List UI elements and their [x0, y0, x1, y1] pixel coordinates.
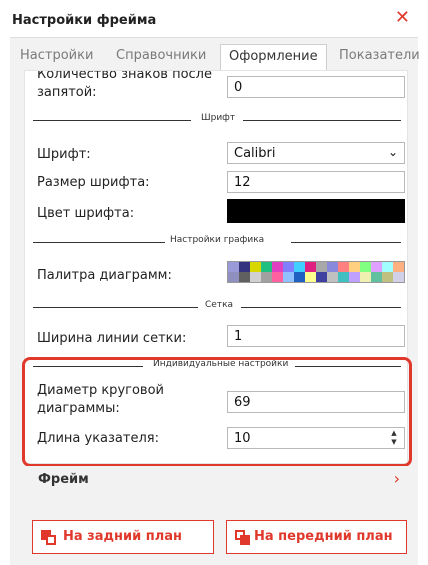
font-select-value: Calibri: [234, 146, 276, 161]
font-size-label: Размер шрифта:: [37, 175, 150, 190]
section-chart-label: Настройки графика: [170, 235, 265, 245]
palette-label: Палитра диаграмм:: [37, 268, 172, 283]
close-icon[interactable]: ✕: [395, 9, 410, 27]
decimals-label-line2: запятой:: [37, 85, 97, 100]
palette-swatch: [393, 272, 404, 282]
palette-swatch: [360, 272, 371, 282]
palette-swatch: [349, 272, 360, 282]
font-size-input[interactable]: 12: [227, 171, 405, 193]
grid-width-input[interactable]: 1: [227, 325, 405, 347]
font-select[interactable]: Calibri ⌄: [227, 142, 405, 164]
palette-swatch: [371, 262, 382, 272]
palette-swatch: [294, 272, 305, 282]
send-to-back-label: На задний план: [63, 529, 182, 544]
section-divider: [33, 120, 191, 121]
tab-bar: Настройки Справочники Оформление Показат…: [10, 44, 420, 72]
frame-section-toggle[interactable]: Фрейм ›: [24, 466, 408, 492]
section-font: Шрифт: [33, 113, 401, 127]
font-color-label: Цвет шрифта:: [37, 206, 135, 221]
palette-swatch: [239, 262, 250, 272]
palette-swatch: [272, 272, 283, 282]
palette-swatch: [283, 262, 294, 272]
palette-swatch: [305, 262, 316, 272]
palette-swatch: [283, 272, 294, 282]
palette-swatch: [228, 262, 239, 272]
highlight-outline: [22, 357, 412, 467]
chart-palette-picker[interactable]: [227, 261, 405, 283]
font-color-swatch[interactable]: [227, 199, 405, 223]
bring-to-front-label: На передний план: [254, 529, 393, 544]
section-chart: Настройки графика: [33, 235, 401, 249]
tab-appearance[interactable]: Оформление: [220, 44, 327, 72]
palette-swatch: [272, 262, 283, 272]
palette-swatch: [261, 262, 272, 272]
decimals-input[interactable]: 0: [227, 76, 405, 98]
palette-swatch: [316, 262, 327, 272]
palette-swatch: [371, 272, 382, 282]
section-divider: [291, 242, 401, 243]
palette-swatch: [349, 262, 360, 272]
decimals-label-line1: Количество знаков после: [37, 70, 212, 82]
palette-swatch: [294, 262, 305, 272]
section-divider: [243, 120, 401, 121]
section-grid-label: Сетка: [205, 300, 234, 310]
frame-section-label: Фрейм: [38, 472, 89, 487]
palette-swatch: [338, 262, 349, 272]
dialog-header: Настройки фрейма ✕: [0, 0, 428, 36]
palette-swatch: [382, 272, 393, 282]
section-divider: [241, 307, 401, 308]
section-font-label: Шрифт: [201, 113, 236, 123]
palette-swatch: [305, 272, 316, 282]
palette-swatch: [250, 262, 261, 272]
bring-to-front-icon: [235, 530, 251, 546]
palette-swatch: [239, 272, 250, 282]
palette-swatch: [393, 262, 404, 272]
palette-swatch: [250, 272, 261, 282]
section-divider: [33, 307, 198, 308]
font-label: Шрифт:: [37, 147, 91, 162]
palette-swatch: [316, 272, 327, 282]
palette-swatch: [382, 262, 393, 272]
section-grid: Сетка: [33, 300, 401, 314]
palette-swatch: [327, 262, 338, 272]
dialog-title: Настройки фрейма: [12, 13, 157, 28]
palette-swatch: [360, 262, 371, 272]
chevron-right-icon: ›: [393, 469, 400, 488]
bring-to-front-button[interactable]: На передний план: [226, 520, 407, 554]
send-to-back-icon: [41, 530, 57, 546]
chevron-down-icon: ⌄: [387, 145, 398, 159]
section-divider: [33, 242, 165, 243]
palette-swatch: [338, 272, 349, 282]
tab-settings[interactable]: Настройки: [20, 48, 93, 63]
send-to-back-button[interactable]: На задний план: [32, 520, 214, 554]
tab-references[interactable]: Справочники: [116, 48, 206, 63]
palette-swatch: [327, 272, 338, 282]
palette-swatch: [228, 272, 239, 282]
palette-swatch: [261, 272, 272, 282]
tab-indicators[interactable]: Показатели: [339, 48, 420, 63]
grid-width-label: Ширина линии сетки:: [37, 331, 187, 346]
